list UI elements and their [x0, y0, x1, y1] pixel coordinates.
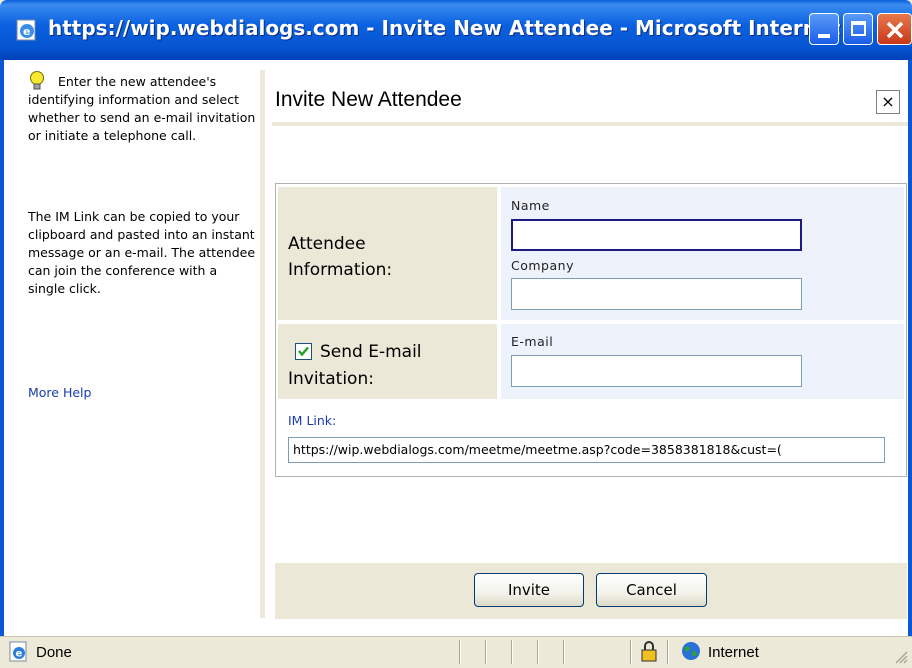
status-bar: [0, 636, 912, 668]
cancel-button[interactable]: Cancel: [596, 573, 707, 607]
lock-icon: [641, 641, 657, 662]
company-input[interactable]: [511, 278, 802, 310]
status-separator: [485, 640, 487, 664]
more-help-link[interactable]: More Help: [28, 385, 91, 400]
email-label-line1: Send E-mail: [320, 342, 422, 362]
header-separator: [272, 122, 908, 126]
email-input[interactable]: [511, 355, 802, 387]
status-separator: [459, 640, 461, 664]
resize-grip-icon[interactable]: [894, 650, 908, 664]
close-icon: [886, 21, 904, 39]
company-label: Company: [511, 258, 574, 273]
pane-divider: [260, 70, 265, 618]
dialog-title: Invite New Attendee: [275, 88, 462, 111]
help-instructions: Enter the new attendee's identifying inf…: [28, 74, 256, 143]
im-link-label: IM Link:: [288, 413, 337, 428]
maximize-button[interactable]: [843, 13, 873, 45]
email-label-line2: Invitation:: [288, 369, 374, 389]
status-text: Done: [36, 644, 72, 661]
ie-page-icon: e: [9, 641, 27, 662]
invite-button[interactable]: Invite: [474, 573, 584, 607]
status-separator: [537, 640, 539, 664]
help-im-link-info: The IM Link can be copied to your clipbo…: [28, 209, 256, 296]
svg-text:e: e: [16, 649, 23, 660]
dialog-footer: [275, 563, 907, 619]
dialog-close-button[interactable]: ×: [876, 90, 900, 114]
email-field-label: E-mail: [511, 334, 554, 349]
ie-page-icon: e: [16, 19, 36, 41]
attendee-label-line2: Information:: [288, 260, 393, 280]
status-separator: [630, 640, 632, 664]
name-label: Name: [511, 198, 550, 213]
globe-icon: [682, 642, 700, 660]
im-link-field[interactable]: https://wip.webdialogs.com/meetme/meetme…: [288, 437, 885, 463]
status-separator: [667, 640, 669, 664]
name-input[interactable]: [511, 219, 802, 251]
security-zone: Internet: [708, 644, 759, 661]
status-separator: [511, 640, 513, 664]
window-title: https://wip.webdialogs.com - Invite New …: [48, 16, 870, 40]
minimize-icon: [818, 34, 830, 38]
minimize-button[interactable]: [809, 13, 839, 45]
maximize-icon: [851, 21, 866, 36]
svg-text:e: e: [23, 25, 30, 38]
attendee-label-line1: Attendee: [288, 234, 366, 254]
status-separator: [563, 640, 565, 664]
close-window-button[interactable]: [877, 13, 912, 45]
checkmark-icon: [298, 346, 309, 357]
send-email-checkbox[interactable]: [295, 343, 312, 360]
